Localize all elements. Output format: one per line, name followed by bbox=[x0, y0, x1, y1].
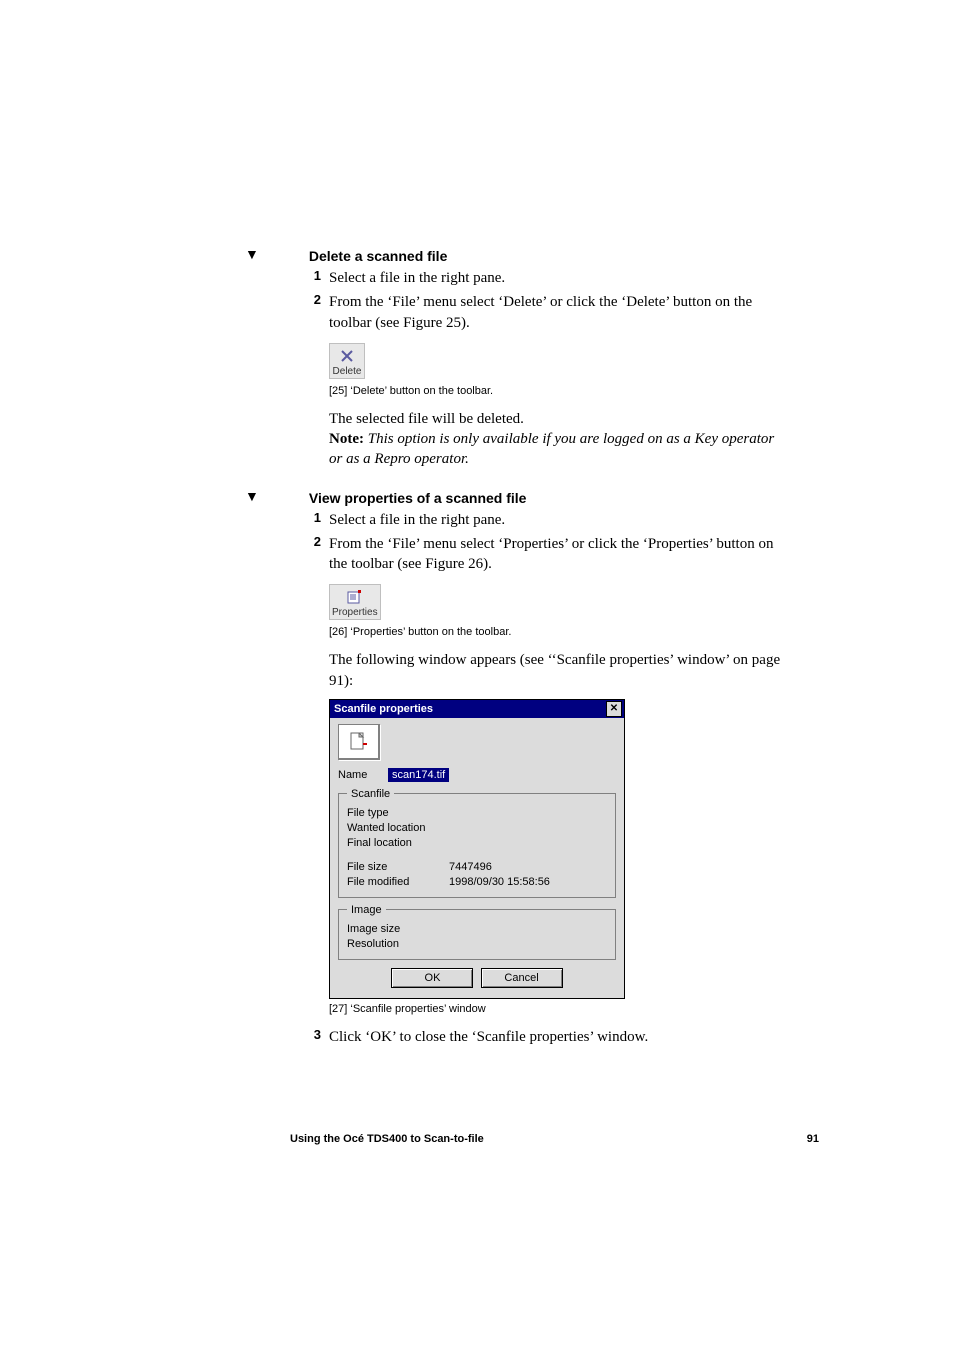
name-value: scan174.tif bbox=[388, 768, 449, 782]
step-3-properties: 3 Click ‘OK’ to close the ‘Scanfile prop… bbox=[305, 1027, 819, 1047]
resolution-label: Resolution bbox=[347, 938, 449, 950]
name-label: Name bbox=[338, 769, 388, 781]
image-group: Image Image size Resolution bbox=[338, 904, 616, 960]
properties-sheet-icon bbox=[347, 589, 363, 605]
page-footer: Using the Océ TDS400 to Scan-to-file 91 bbox=[0, 1133, 954, 1145]
scanfile-properties-dialog: Scanfile properties ✕ Name scan174.tif bbox=[329, 699, 625, 999]
delete-x-icon bbox=[340, 348, 354, 364]
step-text: Select a file in the right pane. bbox=[329, 268, 505, 288]
step-number: 1 bbox=[305, 268, 321, 288]
document-page: ▼ Delete a scanned file 1 Select a file … bbox=[0, 0, 954, 1351]
cancel-button[interactable]: Cancel bbox=[481, 968, 563, 988]
figure-26-caption: [26] ‘Properties’ button on the toolbar. bbox=[329, 626, 819, 638]
section-delete-title: Delete a scanned file bbox=[309, 248, 448, 264]
triangle-bullet-icon: ▼ bbox=[245, 490, 259, 506]
file-modified-value: 1998/09/30 15:58:56 bbox=[449, 876, 550, 888]
step-2-delete: 2 From the ‘File’ menu select ‘Delete’ o… bbox=[305, 292, 819, 333]
image-size-label: Image size bbox=[347, 923, 449, 935]
step-number: 2 bbox=[305, 534, 321, 575]
step-1-delete: 1 Select a file in the right pane. bbox=[305, 268, 819, 288]
footer-left: Using the Océ TDS400 to Scan-to-file bbox=[290, 1133, 484, 1145]
properties-toolbar-button-label: Properties bbox=[332, 607, 378, 618]
step-1-properties: 1 Select a file in the right pane. bbox=[305, 510, 819, 530]
note-label: Note: bbox=[329, 431, 364, 447]
figure-27-caption: [27] ‘Scanfile properties’ window bbox=[329, 1003, 819, 1015]
step-number: 3 bbox=[305, 1027, 321, 1047]
following-window-text: The following window appears (see ‘‘Scan… bbox=[329, 650, 789, 691]
figure-25-caption: [25] ‘Delete’ button on the toolbar. bbox=[329, 385, 819, 397]
delete-toolbar-button-label: Delete bbox=[333, 366, 362, 377]
delete-toolbar-button: Delete bbox=[329, 343, 365, 379]
footer-page-number: 91 bbox=[807, 1133, 819, 1145]
step-text: From the ‘File’ menu select ‘Delete’ or … bbox=[329, 292, 789, 333]
wanted-location-label: Wanted location bbox=[347, 822, 449, 834]
delete-note: Note: This option is only available if y… bbox=[329, 429, 789, 470]
dialog-name-row: Name scan174.tif bbox=[338, 768, 616, 782]
delete-result-text: The selected file will be deleted. bbox=[329, 409, 789, 429]
note-body: This option is only available if you are… bbox=[329, 431, 774, 467]
step-number: 2 bbox=[305, 292, 321, 333]
step-2-properties: 2 From the ‘File’ menu select ‘Propertie… bbox=[305, 534, 819, 575]
scanfile-group-legend: Scanfile bbox=[347, 788, 394, 800]
file-size-value: 7447496 bbox=[449, 861, 492, 873]
dialog-button-row: OK Cancel bbox=[338, 968, 616, 988]
section-delete-header: ▼ Delete a scanned file bbox=[245, 248, 819, 264]
step-text: Select a file in the right pane. bbox=[329, 510, 505, 530]
section-properties-header: ▼ View properties of a scanned file bbox=[245, 490, 819, 506]
close-icon[interactable]: ✕ bbox=[606, 701, 622, 717]
dialog-title: Scanfile properties bbox=[334, 703, 433, 715]
properties-toolbar-button: Properties bbox=[329, 584, 381, 620]
step-text: Click ‘OK’ to close the ‘Scanfile proper… bbox=[329, 1027, 648, 1047]
triangle-bullet-icon: ▼ bbox=[245, 248, 259, 264]
ok-button[interactable]: OK bbox=[391, 968, 473, 988]
file-modified-label: File modified bbox=[347, 876, 449, 888]
scanfile-icon bbox=[338, 724, 380, 760]
section-properties-title: View properties of a scanned file bbox=[309, 490, 527, 506]
file-type-label: File type bbox=[347, 807, 449, 819]
step-number: 1 bbox=[305, 510, 321, 530]
step-text: From the ‘File’ menu select ‘Properties’… bbox=[329, 534, 789, 575]
scanfile-group: Scanfile File type Wanted location Final… bbox=[338, 788, 616, 898]
final-location-label: Final location bbox=[347, 837, 449, 849]
image-group-legend: Image bbox=[347, 904, 386, 916]
dialog-title-bar: Scanfile properties ✕ bbox=[330, 700, 624, 718]
file-size-label: File size bbox=[347, 861, 449, 873]
